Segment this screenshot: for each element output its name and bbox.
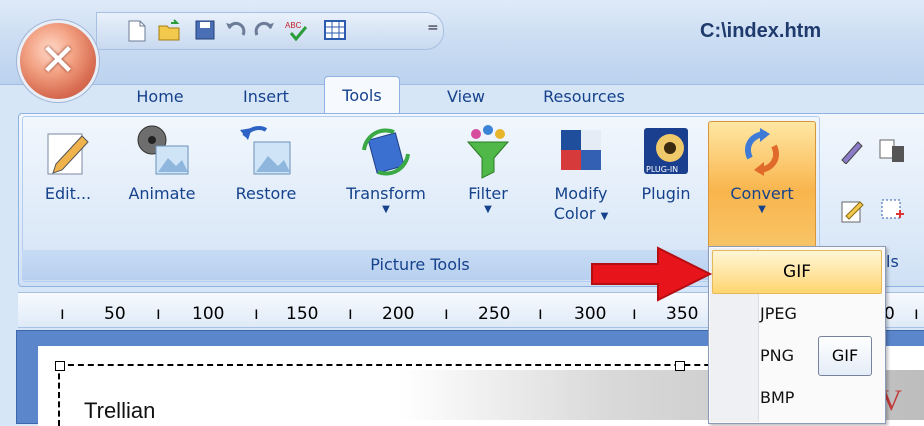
new-document-icon[interactable] <box>125 19 149 43</box>
window-title: C:\index.htm <box>700 20 822 42</box>
resize-handle[interactable] <box>675 361 685 371</box>
tab-home[interactable]: Home <box>120 80 200 113</box>
svg-text:ABC: ABC <box>285 21 302 30</box>
delete-text-icon[interactable] <box>878 136 908 168</box>
app-logo-icon: ✕ <box>39 35 77 86</box>
menu-item-png[interactable]: PNG <box>760 346 794 365</box>
plugin-button[interactable]: PLUG-IN Plugin <box>628 120 704 204</box>
pencil-icon <box>47 133 89 175</box>
chevron-down-icon: ▼ <box>382 204 390 215</box>
animate-button[interactable]: Animate <box>126 120 198 204</box>
convert-icon <box>745 128 779 176</box>
tab-resources[interactable]: Resources <box>528 80 640 113</box>
menu-item-gif[interactable]: GIF <box>712 250 882 294</box>
brush-icon[interactable] <box>838 136 866 168</box>
menu-item-jpeg[interactable]: JPEG <box>760 304 797 323</box>
table-icon[interactable] <box>323 19 347 43</box>
customize-toolbar-icon[interactable]: = <box>427 20 439 36</box>
edit-button[interactable]: Edit... <box>38 120 98 204</box>
restore-button[interactable]: Restore <box>228 120 304 204</box>
transform-button[interactable]: Transform ▼ <box>334 120 438 216</box>
chevron-down-icon: ▼ <box>600 211 609 222</box>
chevron-down-icon: ▼ <box>758 204 766 215</box>
restore-icon <box>240 126 291 175</box>
convert-button-content[interactable]: Convert ▼ <box>710 120 814 216</box>
red-arrow-icon <box>588 246 714 306</box>
selection-box[interactable] <box>58 364 750 426</box>
resize-handle[interactable] <box>55 361 65 371</box>
film-reel-icon <box>137 125 189 175</box>
tab-view[interactable]: View <box>434 80 498 113</box>
color-squares-icon <box>561 130 601 170</box>
svg-text:PLUG-IN: PLUG-IN <box>646 165 678 174</box>
open-folder-icon[interactable] <box>157 19 181 43</box>
spellcheck-icon[interactable]: ABC <box>283 19 313 43</box>
undo-icon[interactable] <box>223 19 247 43</box>
application-menu-button[interactable]: ✕ <box>20 23 96 99</box>
modify-color-button[interactable]: Modify Color ▼ <box>538 120 624 224</box>
plugin-icon: PLUG-IN <box>644 128 688 174</box>
transform-icon <box>362 128 410 176</box>
filter-button[interactable]: Filter ▼ <box>456 120 520 216</box>
save-icon[interactable] <box>193 19 217 43</box>
chevron-down-icon: ▼ <box>484 204 492 215</box>
menu-item-bmp[interactable]: BMP <box>760 388 794 407</box>
edit-document-icon[interactable] <box>838 196 866 228</box>
redo-icon[interactable] <box>253 19 277 43</box>
insert-box-icon[interactable] <box>878 196 906 228</box>
tab-insert[interactable]: Insert <box>226 80 306 113</box>
group-label-right: ls <box>886 252 899 271</box>
quick-access-toolbar: ABC = <box>96 12 444 50</box>
logo-text: Trellian <box>84 398 156 423</box>
tooltip: GIF <box>818 336 872 376</box>
tab-tools[interactable]: Tools <box>324 76 400 115</box>
funnel-icon <box>466 125 510 179</box>
